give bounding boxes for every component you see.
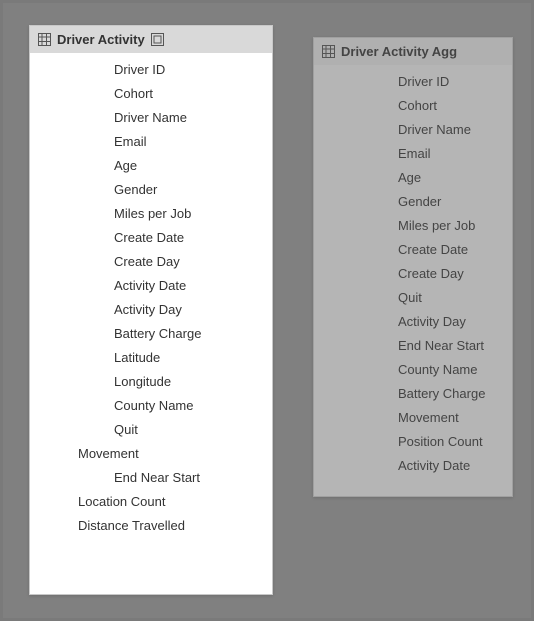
field-label: Miles per Job: [390, 218, 475, 233]
field-label: Age: [106, 158, 137, 173]
field-row[interactable]: Quit: [314, 285, 512, 309]
panel-title: Driver Activity: [57, 32, 145, 47]
field-label: Driver ID: [390, 74, 449, 89]
field-label: Activity Day: [106, 302, 182, 317]
field-row[interactable]: Email: [314, 141, 512, 165]
field-row[interactable]: Email: [30, 129, 272, 153]
panel-body: Driver ID Cohort Driver Name Email Age Gender…: [314, 65, 512, 487]
sigma-icon: [352, 171, 390, 183]
field-row[interactable]: Battery Charge: [30, 321, 272, 345]
field-label: Driver Name: [390, 122, 471, 137]
field-row[interactable]: Position Count: [314, 429, 512, 453]
field-label: Longitude: [106, 374, 171, 389]
field-row[interactable]: Age: [30, 153, 272, 177]
field-label: Battery Charge: [106, 326, 201, 341]
field-label: End Near Start: [106, 470, 200, 485]
field-label: Cohort: [390, 98, 437, 113]
field-row[interactable]: Activity Date: [314, 453, 512, 477]
panel-header[interactable]: Driver Activity Agg: [314, 38, 512, 65]
field-label: Driver Name: [106, 110, 187, 125]
table-panel[interactable]: Driver Activity AggDriver IDCohortDriver…: [313, 37, 513, 497]
field-label: Driver ID: [106, 62, 165, 77]
field-row[interactable]: End Near Start: [314, 333, 512, 357]
panel-header[interactable]: Driver Activity: [30, 26, 272, 53]
field-row[interactable]: Miles per Job: [314, 213, 512, 237]
field-row[interactable]: Create Date: [30, 225, 272, 249]
field-row[interactable]: End Near Start: [30, 465, 272, 489]
field-row[interactable]: Cohort: [30, 81, 272, 105]
field-row[interactable]: Quit: [30, 417, 272, 441]
field-row[interactable]: Driver Name: [314, 117, 512, 141]
field-label: End Near Start: [390, 338, 484, 353]
field-row[interactable]: Age: [314, 165, 512, 189]
field-label: Activity Date: [390, 458, 470, 473]
field-label: Position Count: [390, 434, 483, 449]
sigma-icon: [352, 99, 390, 111]
field-row[interactable]: Cohort: [314, 93, 512, 117]
layout-icon[interactable]: [151, 33, 164, 46]
field-row[interactable]: Battery Charge: [314, 381, 512, 405]
field-row[interactable]: Gender: [314, 189, 512, 213]
sigma-icon: [352, 435, 390, 447]
field-label: Email: [390, 146, 431, 161]
field-label: Cohort: [106, 86, 153, 101]
field-row[interactable]: Miles per Job: [30, 201, 272, 225]
field-label: Battery Charge: [390, 386, 485, 401]
panel-title: Driver Activity Agg: [341, 44, 457, 59]
field-row[interactable]: Activity Day: [314, 309, 512, 333]
field-row[interactable]: County Name: [30, 393, 272, 417]
field-label: Quit: [106, 422, 138, 437]
field-label: Activity Date: [106, 278, 186, 293]
field-row[interactable]: Gender: [30, 177, 272, 201]
field-row[interactable]: Activity Day: [30, 297, 272, 321]
field-label: Latitude: [106, 350, 160, 365]
field-label: County Name: [390, 362, 477, 377]
field-row[interactable]: Latitude: [30, 345, 272, 369]
field-label: Miles per Job: [106, 206, 191, 221]
field-row[interactable]: Driver ID: [314, 69, 512, 93]
field-label: Create Day: [106, 254, 180, 269]
table-panel[interactable]: Driver Activity Driver ID Cohort Driver Nam…: [29, 25, 273, 595]
sigma-icon: [352, 291, 390, 303]
field-label: Movement: [70, 446, 139, 461]
field-row[interactable]: Movement: [30, 441, 272, 465]
field-label: Create Date: [390, 242, 468, 257]
calculator-icon: [50, 495, 70, 507]
field-label: Email: [106, 134, 147, 149]
field-row[interactable]: Distance Travelled: [30, 513, 272, 537]
field-row[interactable]: Movement: [314, 405, 512, 429]
field-row[interactable]: Create Day: [30, 249, 272, 273]
field-label: Gender: [106, 182, 157, 197]
sigma-icon: [352, 339, 390, 351]
field-label: Create Day: [390, 266, 464, 281]
field-row[interactable]: County Name: [314, 357, 512, 381]
calculator-icon: [50, 519, 70, 531]
sigma-icon: [352, 411, 390, 423]
field-label: Age: [390, 170, 421, 185]
sigma-icon: [352, 315, 390, 327]
field-row[interactable]: Driver ID: [30, 57, 272, 81]
field-row[interactable]: Create Date: [314, 237, 512, 261]
field-row[interactable]: Activity Date: [30, 273, 272, 297]
table-icon: [322, 45, 335, 58]
field-row[interactable]: Location Count: [30, 489, 272, 513]
field-label: Location Count: [70, 494, 165, 509]
field-label: Quit: [390, 290, 422, 305]
sigma-icon: [352, 75, 390, 87]
field-label: County Name: [106, 398, 193, 413]
panel-body: Driver ID Cohort Driver Name Email Age Gender…: [30, 53, 272, 547]
field-label: Create Date: [106, 230, 184, 245]
field-row[interactable]: Longitude: [30, 369, 272, 393]
table-icon: [38, 33, 51, 46]
field-label: Movement: [390, 410, 459, 425]
sigma-icon: [50, 447, 70, 459]
field-label: Distance Travelled: [70, 518, 185, 533]
field-label: Gender: [390, 194, 441, 209]
field-label: Activity Day: [390, 314, 466, 329]
field-row[interactable]: Driver Name: [30, 105, 272, 129]
field-row[interactable]: Create Day: [314, 261, 512, 285]
